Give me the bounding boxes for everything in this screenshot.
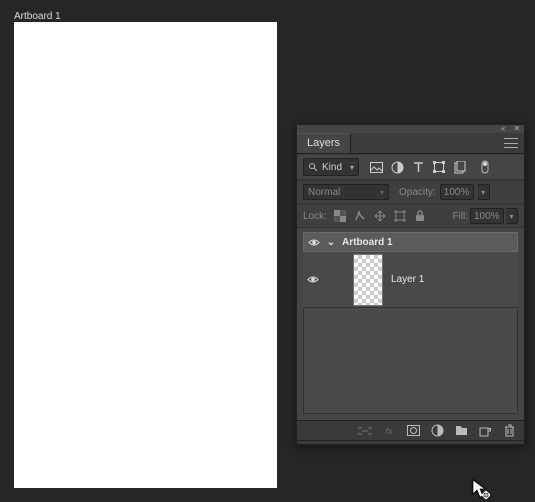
filter-toggle-icon[interactable] — [478, 160, 492, 174]
filter-pixel-icon[interactable] — [369, 160, 383, 174]
lock-image-icon[interactable] — [353, 209, 367, 223]
chevron-down-icon: ▾ — [380, 188, 384, 197]
filter-adjust-icon[interactable] — [390, 160, 404, 174]
panel-topbar: « ✕ — [297, 125, 524, 133]
fill-label: Fill: — [452, 211, 468, 222]
filter-icons — [369, 160, 492, 174]
trash-icon[interactable] — [502, 424, 516, 438]
filter-type-icon[interactable] — [411, 160, 425, 174]
lock-artboard-icon[interactable] — [393, 209, 407, 223]
collapse-icon[interactable]: « — [499, 125, 507, 133]
panel-resize-grip[interactable] — [297, 440, 524, 444]
opacity-value[interactable]: 100% — [440, 184, 474, 200]
visibility-icon[interactable] — [308, 236, 320, 248]
layer-row[interactable]: Layer 1 — [303, 252, 518, 308]
artboard-name: Artboard 1 — [342, 237, 393, 248]
chevron-down-icon[interactable]: ⌄ — [326, 237, 336, 247]
layer-name[interactable]: Layer 1 — [391, 274, 424, 285]
blend-mode-select[interactable]: Normal ▾ — [303, 184, 389, 200]
layer-thumbnail[interactable] — [353, 254, 383, 306]
panel-menu-icon[interactable] — [504, 138, 518, 148]
adjustment-icon[interactable] — [430, 424, 444, 438]
group-icon[interactable] — [454, 424, 468, 438]
lock-position-icon[interactable] — [373, 209, 387, 223]
chevron-down-icon: ▾ — [350, 163, 354, 172]
blend-row: Normal ▾ Opacity: 100% ▾ — [297, 180, 524, 204]
opacity-dropdown[interactable]: ▾ — [478, 184, 490, 200]
blend-mode-label: Normal — [308, 187, 340, 198]
cursor-icon — [472, 479, 494, 501]
panel-bottom-bar: fx — [297, 420, 524, 440]
lock-all-icon[interactable] — [413, 209, 427, 223]
artboard-canvas[interactable] — [14, 22, 277, 488]
fill-dropdown[interactable]: ▾ — [506, 208, 518, 224]
fx-icon[interactable]: fx — [382, 424, 396, 438]
layer-list: ⌄ Artboard 1 Layer 1 — [297, 228, 524, 420]
lock-transparency-icon[interactable] — [333, 209, 347, 223]
close-icon[interactable]: ✕ — [513, 125, 521, 133]
filter-smart-icon[interactable] — [453, 160, 467, 174]
panel-tabs: Layers — [297, 133, 524, 154]
fill-value[interactable]: 100% — [470, 208, 504, 224]
link-icon[interactable] — [358, 424, 372, 438]
filter-kind-select[interactable]: Kind ▾ — [303, 158, 359, 176]
lock-label: Lock: — [303, 211, 327, 222]
filter-kind-label: Kind — [322, 162, 342, 173]
tab-layers[interactable]: Layers — [297, 133, 351, 153]
artboard-label: Artboard 1 — [14, 11, 61, 22]
layers-panel: « ✕ Layers Kind ▾ Normal ▾ Opacity: 100%… — [296, 124, 525, 445]
visibility-icon[interactable] — [307, 274, 319, 286]
artboard-row[interactable]: ⌄ Artboard 1 — [303, 232, 518, 252]
search-icon — [308, 162, 318, 172]
mask-icon[interactable] — [406, 424, 420, 438]
filter-shape-icon[interactable] — [432, 160, 446, 174]
filter-row: Kind ▾ — [297, 154, 524, 180]
lock-row: Lock: Fill: 100% ▾ — [297, 204, 524, 228]
layer-list-empty — [303, 308, 518, 414]
opacity-label: Opacity: — [399, 187, 436, 198]
new-layer-icon[interactable] — [478, 424, 492, 438]
